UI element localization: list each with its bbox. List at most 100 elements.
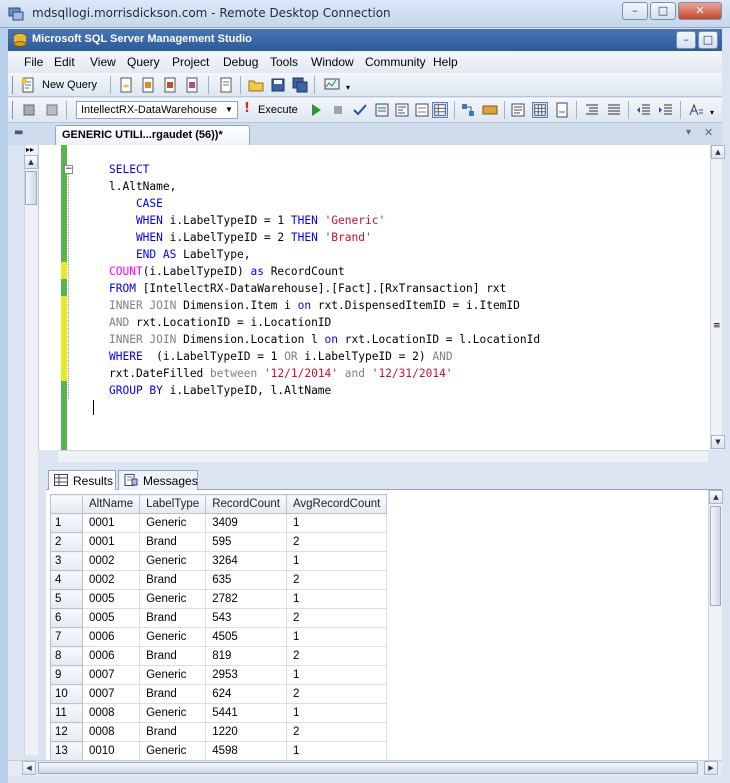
horizontal-scroll-thumb[interactable]: [38, 762, 698, 774]
table-cell[interactable]: 819: [205, 646, 287, 666]
chevron-down-icon[interactable]: ▼: [223, 103, 235, 117]
row-number-cell[interactable]: 7: [50, 627, 83, 647]
results-scroll-thumb[interactable]: [710, 506, 721, 606]
menu-window[interactable]: Window: [311, 55, 354, 69]
table-cell[interactable]: 0008: [81, 722, 141, 742]
tab-messages[interactable]: Messages: [118, 470, 198, 490]
save-all-icon[interactable]: [292, 77, 308, 93]
table-cell[interactable]: 2: [285, 570, 388, 590]
table-cell[interactable]: 0007: [81, 684, 141, 704]
cancel-query-icon[interactable]: [330, 102, 346, 118]
table-cell[interactable]: 3264: [205, 551, 287, 571]
editor-vertical-scrollbar[interactable]: ▲ ≡ ▼: [710, 145, 725, 450]
results-to-file-icon[interactable]: [554, 102, 570, 118]
table-row[interactable]: 5 0005 Generic 2782 1: [50, 589, 388, 609]
table-cell[interactable]: 2953: [205, 665, 287, 685]
table-row[interactable]: 3 0002 Generic 3264 1: [50, 551, 388, 571]
toolbar-overflow-icon[interactable]: ▾: [346, 83, 350, 92]
row-number-cell[interactable]: 1: [50, 513, 83, 533]
column-header[interactable]: RecordCount: [205, 494, 287, 514]
row-number-cell[interactable]: 4: [50, 570, 83, 590]
pin-icon[interactable]: ▬: [14, 127, 23, 138]
row-number-cell[interactable]: 9: [50, 665, 83, 685]
results-grid-toggle-icon[interactable]: [532, 102, 548, 118]
table-cell[interactable]: 0007: [81, 665, 141, 685]
menu-community[interactable]: Community: [365, 55, 426, 69]
minimize-button[interactable]: –: [622, 2, 648, 20]
row-number-header[interactable]: [50, 494, 83, 514]
results-vertical-scrollbar[interactable]: ▲: [708, 490, 723, 760]
results-to-text-icon[interactable]: [510, 102, 526, 118]
scroll-up-arrow-icon[interactable]: ▲: [709, 490, 723, 504]
database-engine-query-icon[interactable]: [118, 77, 134, 93]
ssms-minimize-button[interactable]: –: [676, 31, 696, 49]
menu-project[interactable]: Project: [172, 55, 209, 69]
toolbar-overflow-icon[interactable]: ▾: [710, 108, 714, 117]
table-cell[interactable]: 1: [285, 551, 388, 571]
activity-monitor-icon[interactable]: [324, 77, 340, 93]
table-cell[interactable]: 1: [285, 589, 388, 609]
intellisense-icon[interactable]: [414, 102, 430, 118]
menu-file[interactable]: File: [24, 55, 43, 69]
table-cell[interactable]: 2: [285, 646, 388, 666]
row-number-cell[interactable]: 10: [50, 684, 83, 704]
table-row[interactable]: 2 0001 Brand 595 2: [50, 532, 388, 552]
client-statistics-icon[interactable]: [482, 102, 498, 118]
database-select[interactable]: IntellectRX-DataWarehouse ▼: [76, 101, 238, 119]
ssms-maximize-button[interactable]: □: [698, 31, 718, 49]
table-cell[interactable]: 2: [285, 684, 388, 704]
dmx-query-icon[interactable]: [184, 77, 200, 93]
sql-editor[interactable]: − SELECT l.AltName, CASE WHEN i.LabelType…: [38, 145, 710, 450]
row-number-cell[interactable]: 13: [50, 741, 83, 760]
table-row[interactable]: 10 0007 Brand 624 2: [50, 684, 388, 704]
table-cell[interactable]: 4598: [205, 741, 287, 760]
table-cell[interactable]: 4505: [205, 627, 287, 647]
table-cell[interactable]: 0005: [81, 608, 141, 628]
menu-query[interactable]: Query: [127, 55, 160, 69]
display-plan-icon[interactable]: [460, 102, 476, 118]
connect-icon[interactable]: [22, 102, 38, 118]
table-row[interactable]: 11 0008 Generic 5441 1: [50, 703, 388, 723]
table-cell[interactable]: 0001: [81, 513, 141, 533]
table-cell[interactable]: Generic: [139, 551, 207, 571]
table-cell[interactable]: 0002: [81, 551, 141, 571]
table-cell[interactable]: 1: [285, 627, 388, 647]
table-cell[interactable]: 0002: [81, 570, 141, 590]
table-row[interactable]: 8 0006 Brand 819 2: [50, 646, 388, 666]
table-cell[interactable]: Brand: [139, 722, 207, 742]
tab-results[interactable]: Results: [48, 470, 116, 490]
increase-indent-icon[interactable]: [658, 102, 674, 118]
tab-list-chevron-icon[interactable]: ▾: [686, 127, 691, 138]
change-connection-icon[interactable]: [44, 102, 60, 118]
table-cell[interactable]: 1: [285, 703, 388, 723]
execute-button[interactable]: Execute: [258, 104, 298, 116]
table-cell[interactable]: Brand: [139, 684, 207, 704]
close-button[interactable]: ✕: [678, 2, 722, 20]
table-row[interactable]: 13 0010 Generic 4598 1: [50, 741, 388, 760]
scroll-right-arrow-icon[interactable]: ▶: [704, 761, 718, 775]
window-horizontal-scrollbar[interactable]: ◀ ▶: [8, 760, 722, 776]
table-cell[interactable]: 2: [285, 722, 388, 742]
table-cell[interactable]: 0010: [81, 741, 141, 760]
table-cell[interactable]: 0006: [81, 646, 141, 666]
uncomment-lines-icon[interactable]: [606, 102, 622, 118]
table-cell[interactable]: 1: [285, 665, 388, 685]
column-header[interactable]: LabelType: [139, 494, 207, 514]
table-cell[interactable]: Generic: [139, 741, 207, 760]
table-cell[interactable]: 2: [285, 532, 388, 552]
scroll-down-arrow-icon[interactable]: ▼: [711, 435, 725, 449]
table-cell[interactable]: Generic: [139, 513, 207, 533]
menu-help[interactable]: Help: [433, 55, 458, 69]
table-cell[interactable]: 0006: [81, 627, 141, 647]
table-cell[interactable]: Generic: [139, 665, 207, 685]
column-header[interactable]: AvgRecordCount: [285, 494, 388, 514]
table-row[interactable]: 7 0006 Generic 4505 1: [50, 627, 388, 647]
table-cell[interactable]: 2782: [205, 589, 287, 609]
table-cell[interactable]: 624: [205, 684, 287, 704]
table-row[interactable]: 12 0008 Brand 1220 2: [50, 722, 388, 742]
table-cell[interactable]: 1220: [205, 722, 287, 742]
mdx-query-icon[interactable]: [162, 77, 178, 93]
open-folder-icon[interactable]: [248, 77, 264, 93]
table-cell[interactable]: 595: [205, 532, 287, 552]
table-cell[interactable]: 3409: [205, 513, 287, 533]
